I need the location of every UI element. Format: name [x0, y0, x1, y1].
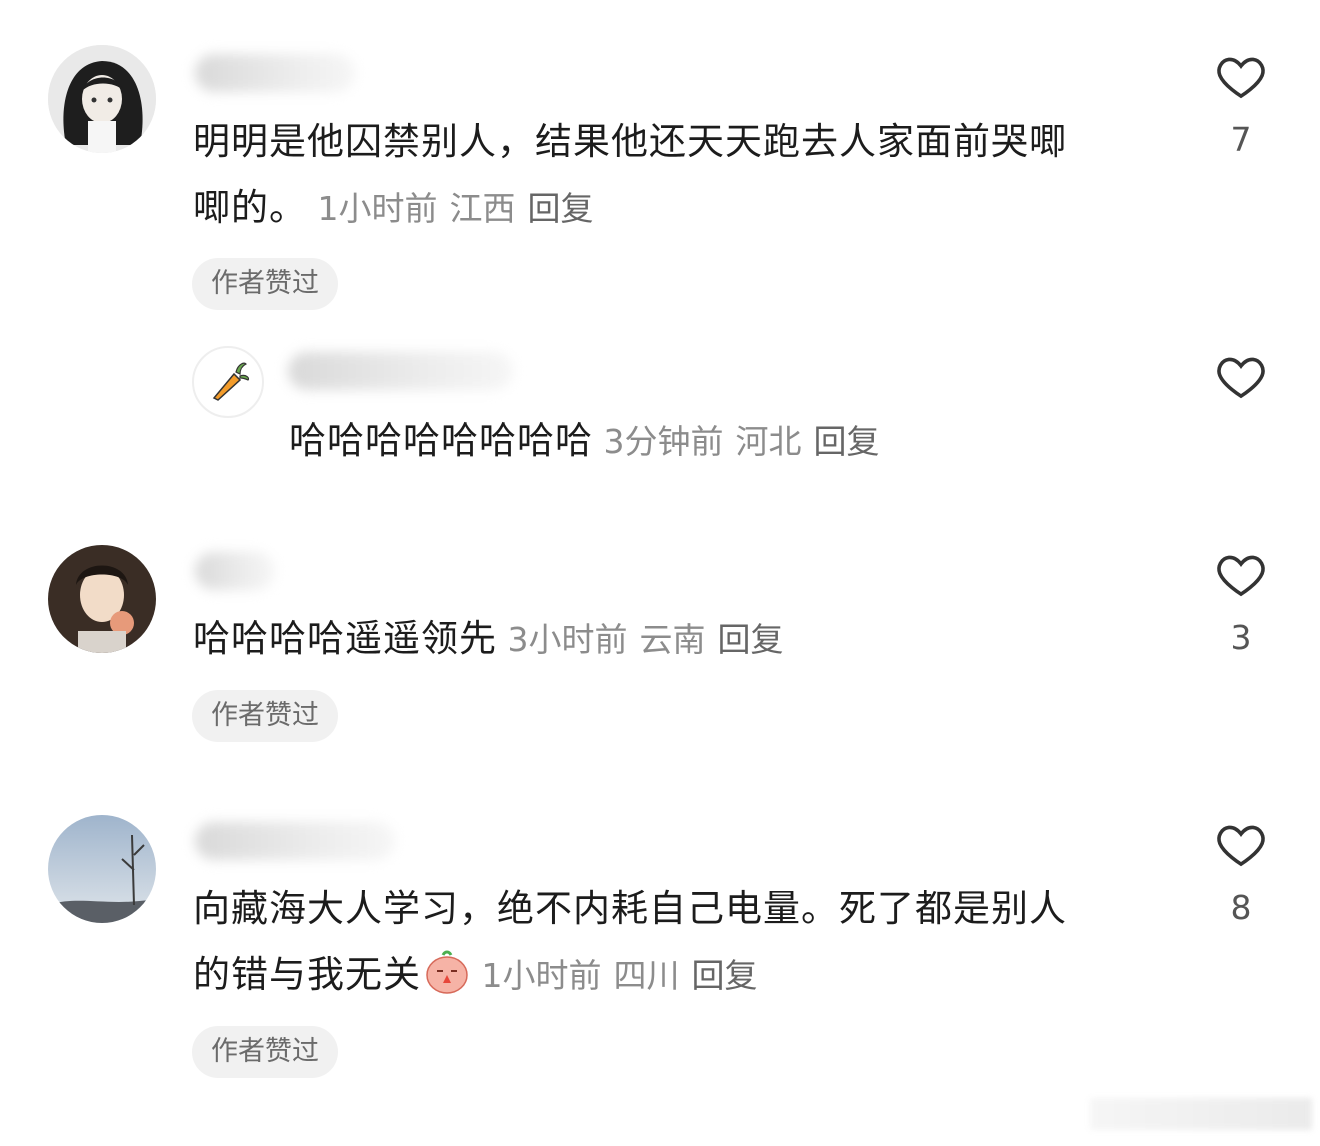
comment-text: 向藏海大人学习，绝不内耗自己电量。死了都是别人 的错与我无关 1小时前 四川 回复: [193, 887, 1067, 996]
like-count: 7: [1230, 120, 1252, 159]
avatar[interactable]: [48, 45, 156, 153]
author-liked-badge: 作者赞过: [192, 690, 338, 742]
like-count: 3: [1230, 618, 1252, 657]
avatar-photo: [48, 545, 156, 653]
username-blurred[interactable]: [195, 822, 395, 860]
comment-time: 3小时前: [507, 620, 628, 659]
comment-location: 四川: [613, 956, 680, 995]
heart-outline-icon[interactable]: [1214, 818, 1268, 872]
avatar-photo: [48, 815, 156, 923]
reply-button[interactable]: 回复: [718, 620, 784, 659]
heart-outline-icon[interactable]: [1214, 350, 1268, 404]
username-blurred[interactable]: [195, 552, 275, 590]
avatar[interactable]: [48, 815, 156, 923]
carrot-icon: [212, 362, 250, 401]
comment-text: 明明是他囚禁别人，结果他还天天跑去人家面前哭唧 唧的。 1小时前 江西 回复: [193, 120, 1067, 229]
like-count: 8: [1230, 888, 1252, 927]
comment-time: 1小时前: [317, 189, 438, 228]
comment-text: 哈哈哈哈遥遥领先 3小时前 云南 回复: [193, 617, 784, 660]
author-liked-badge: 作者赞过: [192, 1026, 338, 1078]
reply-button[interactable]: 回复: [528, 189, 594, 228]
username-blurred[interactable]: [288, 352, 513, 390]
heart-outline-icon[interactable]: [1214, 548, 1268, 602]
comment-time: 3分钟前: [603, 422, 724, 461]
avatar[interactable]: [48, 545, 156, 653]
comment-time: 1小时前: [481, 956, 602, 995]
watermark: [1090, 1098, 1312, 1130]
avatar-illustration: [48, 45, 156, 153]
comment-text: 哈哈哈哈哈哈哈哈 3分钟前 河北 回复: [289, 419, 880, 462]
praying-face-emoji: [426, 950, 468, 994]
username-blurred[interactable]: [195, 54, 355, 92]
comment-location: 云南: [639, 620, 706, 659]
avatar[interactable]: [192, 346, 264, 418]
comment-location: 江西: [449, 189, 516, 228]
author-liked-badge: 作者赞过: [192, 258, 338, 310]
reply-button[interactable]: 回复: [814, 422, 880, 461]
comment-location: 河北: [735, 422, 802, 461]
heart-outline-icon[interactable]: [1214, 50, 1268, 104]
reply-button[interactable]: 回复: [692, 956, 758, 995]
